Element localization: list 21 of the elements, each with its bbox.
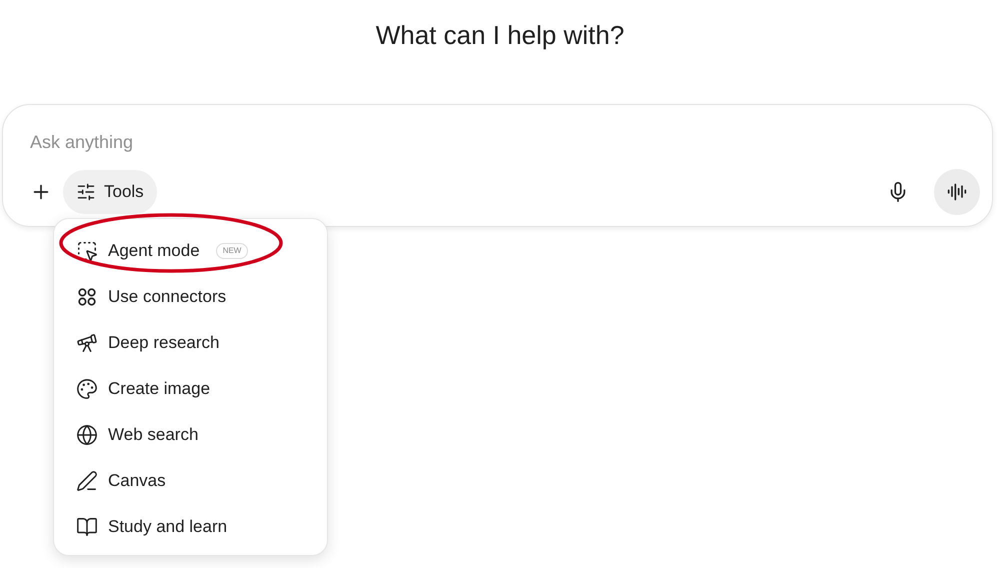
- sliders-icon: [76, 182, 96, 202]
- pointer-icon: [76, 240, 98, 262]
- audio-lines-icon: [947, 182, 967, 202]
- new-badge: NEW: [216, 243, 248, 259]
- globe-icon: [76, 424, 98, 446]
- book-icon: [76, 516, 98, 538]
- menu-item[interactable]: Deep research: [62, 320, 319, 366]
- menu-item[interactable]: Web search: [62, 412, 319, 458]
- menu-item[interactable]: Study and learn: [62, 504, 319, 550]
- menu-item[interactable]: Canvas: [62, 458, 319, 504]
- telescope-icon: [76, 332, 98, 354]
- menu-item[interactable]: Use connectors: [62, 274, 319, 320]
- circles-icon: [76, 286, 98, 308]
- tools-button[interactable]: Tools: [63, 170, 157, 214]
- voice-button[interactable]: [934, 169, 980, 215]
- message-input[interactable]: Ask anything: [27, 127, 968, 157]
- pen-icon: [76, 470, 98, 492]
- page-heading: What can I help with?: [376, 19, 624, 52]
- palette-icon: [76, 378, 98, 400]
- menu-item[interactable]: Agent mode NEW: [62, 228, 319, 274]
- menu-item[interactable]: Create image: [62, 366, 319, 412]
